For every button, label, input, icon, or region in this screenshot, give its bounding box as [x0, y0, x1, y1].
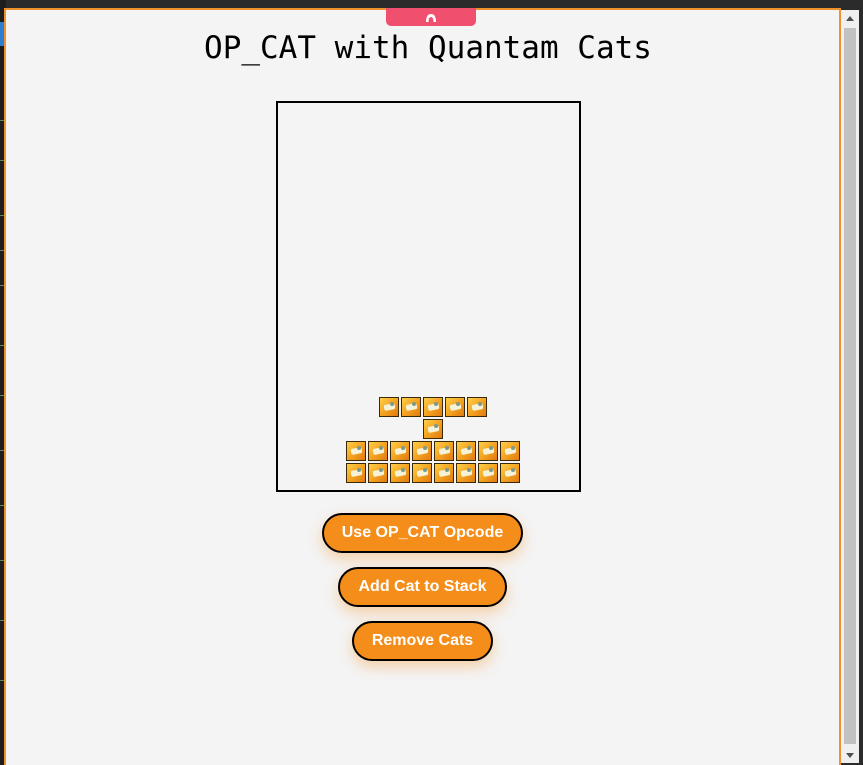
cat-tile: [390, 463, 410, 483]
cat-tile: [467, 397, 487, 417]
scroll-down-arrow-icon[interactable]: [841, 747, 859, 763]
cat-tile: [500, 441, 520, 461]
add-cat-button[interactable]: Add Cat to Stack: [338, 567, 507, 607]
cat-tile: [500, 463, 520, 483]
cat-tile: [423, 419, 443, 439]
use-opcat-button[interactable]: Use OP_CAT Opcode: [322, 513, 523, 553]
cat-stack-container: [276, 101, 581, 492]
cat-tile: [412, 463, 432, 483]
cat-tile: [434, 463, 454, 483]
page-title: OP_CAT with Quantam Cats: [204, 30, 652, 66]
cat-tile: [423, 397, 443, 417]
drag-handle-tab[interactable]: [386, 8, 476, 26]
cat-tile: [412, 441, 432, 461]
cat-tile: [478, 441, 498, 461]
cat-tile: [478, 463, 498, 483]
cat-tile: [456, 441, 476, 461]
cat-tile: [434, 441, 454, 461]
cat-tile: [456, 463, 476, 483]
chevron-up-icon: [426, 14, 436, 22]
cat-tile: [346, 463, 366, 483]
vertical-scrollbar[interactable]: [841, 10, 859, 763]
cat-tile: [379, 397, 399, 417]
app-frame: OP_CAT with Quantam Cats Use OP_CAT Opco…: [4, 8, 841, 765]
cat-tile: [445, 397, 465, 417]
cat-tile: [390, 441, 410, 461]
cat-tile: [368, 441, 388, 461]
scroll-up-arrow-icon[interactable]: [841, 10, 859, 26]
cat-tile: [368, 463, 388, 483]
remove-cats-button[interactable]: Remove Cats: [352, 621, 493, 661]
scrollbar-thumb[interactable]: [844, 28, 856, 744]
cat-tile: [401, 397, 421, 417]
cat-tile: [346, 441, 366, 461]
